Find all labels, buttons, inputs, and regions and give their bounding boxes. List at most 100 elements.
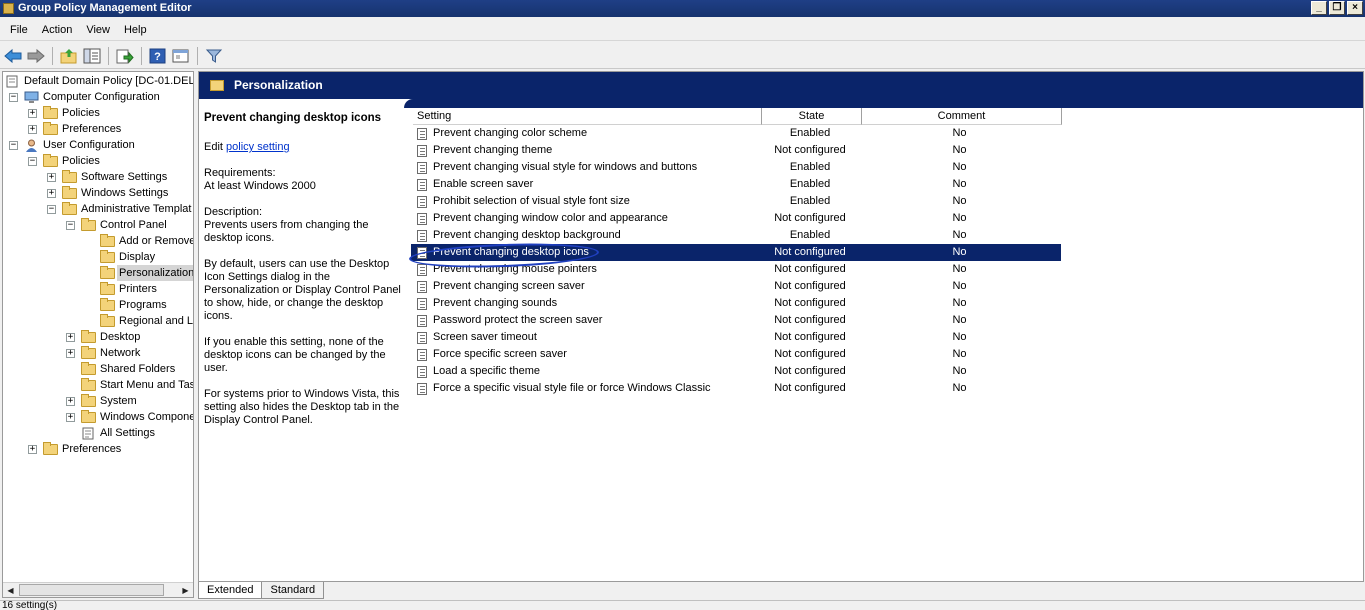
tree-node[interactable]: Default Domain Policy [DC-01.DELT [5,73,194,89]
collapse-icon[interactable]: − [66,220,75,230]
setting-comment: No [952,348,967,360]
expand-icon[interactable]: + [47,172,56,182]
tree-node[interactable]: + Preferences [28,121,121,137]
tree-horizontal-scrollbar[interactable]: ◀ ▶ [3,582,193,597]
tree-node[interactable]: − Computer Configuration [9,89,160,105]
tab-extended[interactable]: Extended [198,582,263,599]
folder-icon [100,249,115,263]
expand-icon[interactable]: + [66,348,75,358]
folder-icon [100,297,115,311]
tree-node[interactable]: + Preferences [28,441,121,457]
tree-node[interactable]: Printers [85,281,157,297]
setting-row[interactable]: Prevent changing theme Not configured No [411,142,1061,159]
tree-node[interactable]: Start Menu and Tas [66,377,193,393]
setting-row[interactable]: Prevent changing visual style for window… [411,159,1061,176]
no-expander [66,381,75,390]
minimize-button[interactable]: _ [1311,1,1327,15]
extended-description: Prevent changing desktop icons Edit poli… [204,112,404,440]
tree-node-label: Network [100,347,141,359]
tree-node[interactable]: + Windows Compone [66,409,193,425]
scroll-thumb[interactable] [19,584,164,596]
help-icon[interactable]: ? [148,46,168,66]
forward-arrow-icon[interactable] [26,46,46,66]
column-header-state[interactable]: State [762,108,862,125]
tree-node[interactable]: Display [85,249,155,265]
console-tree[interactable]: Default Domain Policy [DC-01.DELT − Comput… [2,71,194,598]
setting-row[interactable]: Prevent changing color scheme Enabled No [411,125,1061,142]
setting-row[interactable]: Prevent changing screen saver Not configu… [411,278,1061,295]
setting-state: Not configured [774,382,846,394]
collapse-icon[interactable]: − [28,156,37,166]
menu-action[interactable]: Action [35,20,80,41]
tree-node[interactable]: − Control Panel [66,217,167,233]
edit-policy-setting-link[interactable]: policy setting [226,141,290,153]
expand-icon[interactable]: + [28,108,37,118]
tree-node[interactable]: All Settings [66,425,155,441]
tree-node[interactable]: Programs [85,297,167,313]
setting-row[interactable]: Prevent changing desktop background Enabl… [411,227,1061,244]
filter-icon[interactable] [204,46,224,66]
tree-node[interactable]: − Policies [28,153,100,169]
expand-icon[interactable]: + [66,412,75,422]
export-list-icon[interactable] [115,46,135,66]
setting-row[interactable]: Prevent changing mouse pointers Not confi… [411,261,1061,278]
tree-node[interactable]: − Administrative Templat [47,201,191,217]
setting-row[interactable]: Force specific screen saver Not configure… [411,346,1061,363]
setting-row[interactable]: Password protect the screen saver Not con… [411,312,1061,329]
setting-row[interactable]: Prevent changing desktop icons Not config… [411,244,1061,261]
tree-node-label: Default Domain Policy [DC-01.DELT [24,75,194,87]
folder-icon [62,185,77,199]
tree-node[interactable]: Add or Remove [85,233,193,249]
scroll-right-icon[interactable]: ▶ [178,583,193,597]
expand-icon[interactable]: + [28,444,37,454]
setting-row[interactable]: Force a specific visual style file or fo… [411,380,1061,397]
setting-name: Prevent changing visual style for window… [433,161,698,173]
back-arrow-icon[interactable] [3,46,23,66]
setting-row[interactable]: Enable screen saver Enabled No [411,176,1061,193]
policy-setting-icon [417,196,427,208]
tree-node[interactable]: + Desktop [66,329,140,345]
collapse-icon[interactable]: − [9,92,18,102]
properties-icon[interactable] [171,46,191,66]
scroll-left-icon[interactable]: ◀ [3,583,18,597]
setting-row[interactable]: Prevent changing sounds Not configured No [411,295,1061,312]
tree-node[interactable]: Shared Folders [66,361,175,377]
tree-node[interactable]: Regional and La [85,313,193,329]
expand-icon[interactable]: + [28,124,37,134]
folder-icon [81,409,96,423]
setting-name: Load a specific theme [433,365,541,377]
column-header-comment[interactable]: Comment [862,108,1062,125]
folder-icon [81,377,96,391]
show-hide-tree-icon[interactable] [82,46,102,66]
tab-standard[interactable]: Standard [261,582,325,599]
collapse-icon[interactable]: − [47,204,56,214]
setting-comment: No [952,331,967,343]
menu-file[interactable]: File [3,20,35,41]
tree-node[interactable]: + Windows Settings [47,185,168,201]
tree-node[interactable]: + Policies [28,105,100,121]
close-button[interactable]: × [1347,1,1363,15]
tree-node[interactable]: + Network [66,345,140,361]
tree-node[interactable]: + System [66,393,137,409]
expand-icon[interactable]: + [66,332,75,342]
setting-row[interactable]: Prohibit selection of visual style font … [411,193,1061,210]
column-header-setting[interactable]: Setting [413,108,762,125]
up-folder-icon[interactable] [59,46,79,66]
setting-comment: No [952,212,967,224]
setting-state: Not configured [774,314,846,326]
setting-row[interactable]: Prevent changing window color and appear… [411,210,1061,227]
restore-button[interactable]: ❐ [1329,1,1345,15]
expand-icon[interactable]: + [66,396,75,406]
expand-icon[interactable]: + [47,188,56,198]
setting-comment: No [952,365,967,377]
setting-row[interactable]: Screen saver timeout Not configured No [411,329,1061,346]
setting-row[interactable]: Load a specific theme Not configured No [411,363,1061,380]
tree-node[interactable]: Personalization [85,265,193,281]
tree-node[interactable]: − User Configuration [9,137,135,153]
menu-view[interactable]: View [79,20,117,41]
collapse-icon[interactable]: − [9,140,18,150]
no-expander [85,317,94,326]
tree-node[interactable]: + Software Settings [47,169,167,185]
setting-state: Enabled [789,178,831,190]
menu-help[interactable]: Help [117,20,154,41]
